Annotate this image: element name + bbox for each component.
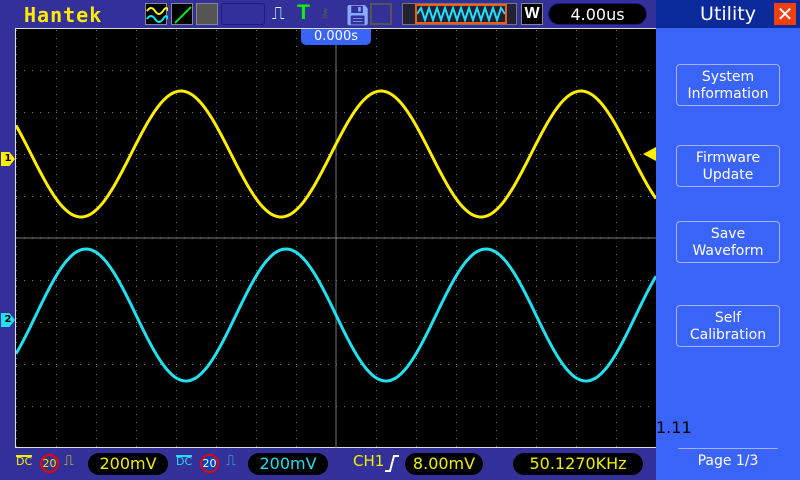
- ch1-marker[interactable]: 1: [1, 152, 15, 166]
- run-pulse-icon: ⎍: [272, 3, 285, 24]
- page-button[interactable]: Page 1/3: [678, 448, 778, 472]
- frequency-readout: 50.1270KHz: [513, 453, 643, 475]
- timebase-display[interactable]: 4.00us: [548, 3, 647, 25]
- trigger-source: CH1: [353, 452, 385, 470]
- persistence-icon[interactable]: [196, 3, 218, 25]
- ch2-bw-limit-icon: 20: [200, 454, 219, 473]
- trigger-level[interactable]: 8.00mV: [405, 453, 483, 475]
- view-window[interactable]: [415, 4, 507, 24]
- utility-menu: Utility ✕ System Information Firmware Updat…: [656, 0, 800, 480]
- ch2-coupling: DC: [176, 455, 193, 468]
- waveform-mode-icon[interactable]: [145, 3, 169, 25]
- ch1-coupling: DC: [16, 455, 33, 468]
- xy-mode-icon[interactable]: [171, 3, 193, 25]
- memory-overview[interactable]: [402, 3, 517, 25]
- ch2-scale[interactable]: 200mV: [248, 453, 328, 475]
- rising-edge-icon: [385, 455, 399, 472]
- status-box: [221, 3, 265, 25]
- ch1-bw-limit-icon: 20: [40, 454, 59, 473]
- brand-logo: Hantek: [24, 3, 103, 27]
- system-information-button[interactable]: System Information: [676, 64, 780, 106]
- self-calibration-button[interactable]: Self Calibration: [676, 305, 780, 347]
- top-bar: Hantek ⎍ T ⚷ 💾︎ W 4.00us: [0, 0, 656, 28]
- trigger-level-marker[interactable]: [643, 147, 656, 161]
- close-icon[interactable]: ✕: [774, 3, 796, 25]
- save-icon[interactable]: 💾︎: [345, 3, 370, 27]
- menu-title: Utility ✕: [656, 0, 800, 28]
- firmware-update-button[interactable]: Firmware Update: [676, 145, 780, 187]
- trigger-position-label[interactable]: 0.000s: [301, 29, 371, 45]
- window-mode-button[interactable]: W: [521, 3, 543, 25]
- waveform-display[interactable]: 0.000s: [15, 28, 656, 448]
- save-waveform-button[interactable]: Save Waveform: [676, 221, 780, 263]
- ch1-invert-icon: ⎍: [64, 453, 74, 469]
- key-icon: ⚷: [320, 6, 330, 21]
- trigger-t-icon: T: [297, 1, 310, 24]
- ch1-scale[interactable]: 200mV: [88, 453, 168, 475]
- print-icon[interactable]: [370, 3, 392, 25]
- version-overlay: 1.11: [656, 418, 692, 437]
- ch2-marker[interactable]: 2: [1, 313, 15, 327]
- ch2-invert-icon: ⎍: [226, 453, 236, 469]
